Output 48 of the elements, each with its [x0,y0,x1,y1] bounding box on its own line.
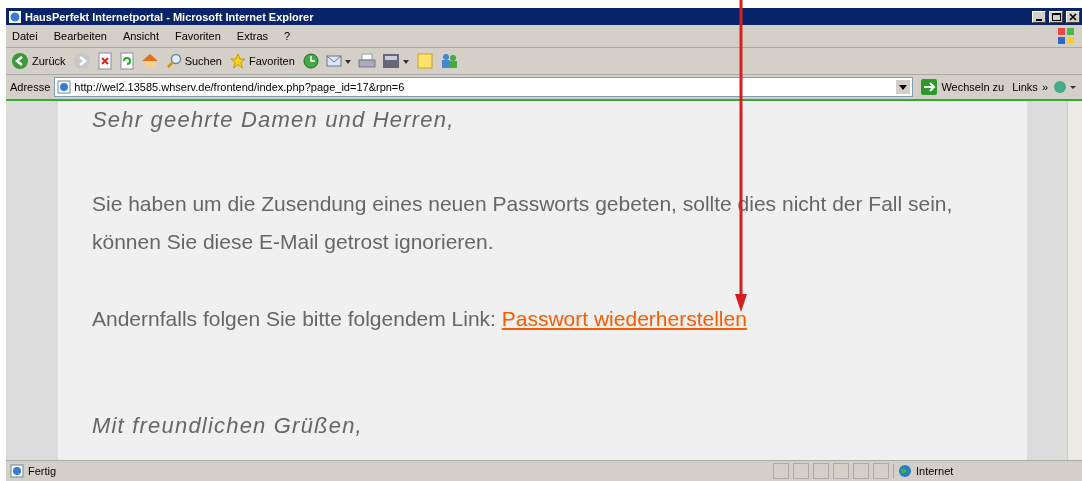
status-pane [813,463,829,479]
toolbar-button[interactable]: Suchen [164,52,223,70]
toolbar-button[interactable]: Zurück [10,51,67,71]
arrow-icon [921,79,938,95]
scrollbar[interactable] [1067,101,1082,460]
greeting-text: Sehr geehrte Damen und Herren, [92,106,456,134]
menu-item[interactable]: Favoriten [175,30,221,42]
menu-item[interactable]: Datei [12,30,38,42]
menu-item[interactable]: Extras [236,30,269,42]
mail-icon[interactable] [325,52,352,70]
address-label: Adresse [10,81,51,93]
menu-item[interactable]: ? [284,30,291,42]
menu-item[interactable]: Bearbeiten [53,30,107,42]
document-edit-icon[interactable] [381,52,410,70]
minimize-button[interactable] [1032,10,1046,23]
people-icon[interactable] [439,52,458,70]
zone-text: Internet [916,465,954,477]
links-label[interactable]: Links [1012,81,1038,93]
page-icon [10,464,24,478]
maximize-button[interactable] [1049,10,1063,23]
window-title: HausPerfekt Internetportal - Microsoft Internet Explorer [25,10,315,23]
toolbar-button[interactable]: Favoriten [228,52,296,70]
globe-icon [898,464,912,478]
status-pane [793,463,809,479]
printer-icon[interactable] [357,52,376,70]
menu-item[interactable]: Ansicht [122,30,159,42]
more-chevron[interactable]: » [1041,81,1048,93]
dropdown-icon[interactable] [896,80,911,94]
status-text: Fertig [28,465,58,477]
globe-icon[interactable] [1052,79,1078,95]
windows-flag-icon [1056,27,1076,45]
browser-icon [8,9,22,24]
minimize-icon [1036,18,1042,21]
home-icon[interactable] [140,52,159,70]
status-pane [773,463,789,479]
status-pane [873,463,889,479]
go-button[interactable]: Wechseln zu [917,79,1009,95]
greeting-text: Mit freundlichen Grüßen, [92,412,364,440]
status-pane [853,463,869,479]
status-pane [833,463,849,479]
paragraph-text: Andernfalls folgen Sie bitte folgendem Link: Passwort wiederherstellen [92,306,748,332]
stop-icon[interactable] [96,52,113,70]
address-field[interactable]: http://wel2.13585.whserv.de/frontend/index.php?page_id=17&rpn=6 [54,77,914,97]
page-icon [57,80,72,94]
star-icon[interactable] [229,53,246,69]
search-icon[interactable] [165,53,182,69]
refresh-icon[interactable] [118,52,135,70]
close-button[interactable] [1066,10,1080,23]
